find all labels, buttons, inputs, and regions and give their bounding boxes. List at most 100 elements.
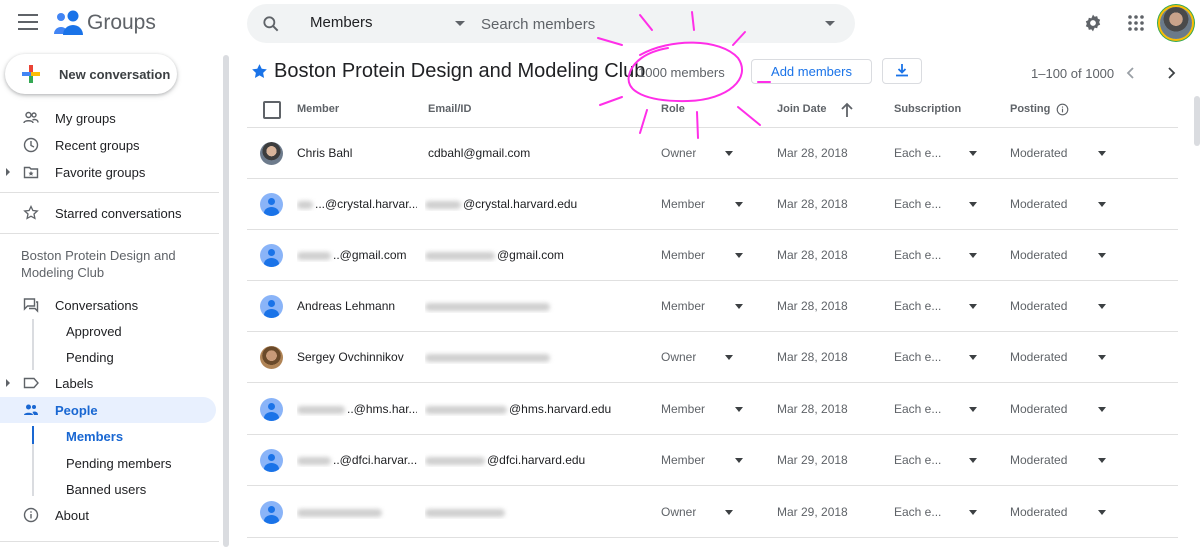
chevron-down-icon[interactable]: [1098, 202, 1106, 207]
posting-select[interactable]: Moderated: [1010, 299, 1067, 313]
posting-select[interactable]: Moderated: [1010, 402, 1067, 416]
role-select[interactable]: Owner: [661, 350, 696, 364]
chevron-left-icon[interactable]: [1124, 65, 1138, 81]
search-scope-select[interactable]: Members: [310, 14, 373, 31]
chevron-down-icon[interactable]: [969, 253, 977, 258]
posting-select[interactable]: Moderated: [1010, 197, 1067, 211]
column-header-posting[interactable]: Posting: [1010, 103, 1050, 115]
new-conversation-button[interactable]: New conversation: [5, 54, 177, 94]
chevron-down-icon[interactable]: [1098, 304, 1106, 309]
expand-arrow-icon[interactable]: [6, 168, 10, 176]
chevron-down-icon[interactable]: [735, 407, 743, 412]
apps-grid-icon[interactable]: [1128, 15, 1144, 31]
sidebar-item-pending[interactable]: Pending: [0, 344, 216, 370]
sidebar-item-pending-members[interactable]: Pending members: [0, 450, 216, 476]
posting-select[interactable]: Moderated: [1010, 146, 1067, 160]
search-input[interactable]: [481, 12, 811, 36]
main-menu-icon[interactable]: [18, 14, 38, 30]
sidebar-item-about[interactable]: About: [0, 502, 216, 528]
sidebar-item-favorite-groups[interactable]: Favorite groups: [0, 159, 216, 185]
chevron-right-icon[interactable]: [1164, 65, 1178, 81]
info-icon[interactable]: [1056, 103, 1069, 116]
table-row[interactable]: ..@gmail.com @gmail.com Member Mar 28, 2…: [247, 230, 1178, 281]
subscription-select[interactable]: Each e...: [894, 453, 941, 467]
table-row[interactable]: Chris Bahl cdbahl@gmail.com Owner Mar 28…: [247, 128, 1178, 179]
column-header-email[interactable]: Email/ID: [428, 103, 471, 115]
chevron-down-icon[interactable]: [725, 151, 733, 156]
chevron-down-icon[interactable]: [1098, 407, 1106, 412]
chevron-down-icon[interactable]: [969, 458, 977, 463]
posting-select[interactable]: Moderated: [1010, 248, 1067, 262]
chevron-down-icon[interactable]: [969, 151, 977, 156]
role-select[interactable]: Owner: [661, 146, 696, 160]
chevron-down-icon[interactable]: [969, 304, 977, 309]
subscription-select[interactable]: Each e...: [894, 505, 941, 519]
chevron-down-icon[interactable]: [1098, 253, 1106, 258]
groups-logo[interactable]: Groups: [53, 10, 156, 36]
add-members-button[interactable]: Add members: [751, 59, 872, 84]
posting-select[interactable]: Moderated: [1010, 453, 1067, 467]
column-header-role[interactable]: Role: [661, 103, 685, 115]
chevron-down-icon[interactable]: [735, 253, 743, 258]
table-row[interactable]: ...@crystal.harvar... @crystal.harvard.e…: [247, 179, 1178, 230]
column-header-join-date[interactable]: Join Date: [777, 103, 827, 115]
chevron-down-icon[interactable]: [1098, 458, 1106, 463]
subscription-select[interactable]: Each e...: [894, 248, 941, 262]
chevron-down-icon[interactable]: [1098, 510, 1106, 515]
subscription-select[interactable]: Each e...: [894, 402, 941, 416]
table-row[interactable]: Andreas Lehmann Member Mar 28, 2018 Each…: [247, 281, 1178, 332]
table-row[interactable]: Owner Mar 29, 2018 Each e... Moderated: [247, 487, 1178, 538]
role-select[interactable]: Member: [661, 299, 705, 313]
subscription-select[interactable]: Each e...: [894, 146, 941, 160]
table-row[interactable]: ..@dfci.harvar... @dfci.harvard.edu Memb…: [247, 435, 1178, 486]
sidebar-item-recent-groups[interactable]: Recent groups: [0, 132, 216, 158]
sidebar-scrollbar[interactable]: [223, 55, 229, 547]
chevron-down-icon[interactable]: [735, 304, 743, 309]
download-button[interactable]: [882, 58, 922, 84]
star-filled-icon[interactable]: [251, 63, 268, 80]
role-select[interactable]: Member: [661, 402, 705, 416]
sidebar-item-banned-users[interactable]: Banned users: [0, 476, 216, 502]
sidebar-item-people[interactable]: People: [0, 397, 216, 423]
account-avatar[interactable]: [1160, 7, 1192, 39]
sidebar-item-my-groups[interactable]: My groups: [0, 105, 216, 131]
chevron-down-icon[interactable]: [1098, 355, 1106, 360]
gear-icon[interactable]: [1083, 13, 1103, 33]
sidebar-item-approved[interactable]: Approved: [0, 318, 216, 344]
chevron-down-icon[interactable]: [735, 202, 743, 207]
subscription-select[interactable]: Each e...: [894, 350, 941, 364]
column-header-member[interactable]: Member: [297, 103, 339, 115]
subscription-select[interactable]: Each e...: [894, 299, 941, 313]
chevron-down-icon[interactable]: [725, 355, 733, 360]
main-scrollbar[interactable]: [1194, 96, 1200, 146]
chevron-down-icon[interactable]: [1098, 151, 1106, 156]
role-select[interactable]: Member: [661, 197, 705, 211]
table-row[interactable]: Sergey Ovchinnikov Owner Mar 28, 2018 Ea…: [247, 332, 1178, 383]
role-select[interactable]: Member: [661, 453, 705, 467]
posting-select[interactable]: Moderated: [1010, 505, 1067, 519]
role-select[interactable]: Owner: [661, 505, 696, 519]
search-options-icon[interactable]: [825, 21, 835, 26]
chevron-down-icon[interactable]: [725, 510, 733, 515]
chevron-down-icon[interactable]: [969, 202, 977, 207]
subscription-select[interactable]: Each e...: [894, 197, 941, 211]
select-all-checkbox[interactable]: [263, 101, 281, 119]
sidebar-item-starred-conversations[interactable]: Starred conversations: [0, 200, 216, 226]
member-email-wrap: @hms.harvard.edu: [425, 402, 655, 416]
column-header-subscription[interactable]: Subscription: [894, 103, 961, 115]
chevron-down-icon[interactable]: [969, 407, 977, 412]
posting-select[interactable]: Moderated: [1010, 350, 1067, 364]
role-select[interactable]: Member: [661, 248, 705, 262]
sidebar-item-labels[interactable]: Labels: [0, 370, 216, 396]
sidebar-item-conversations[interactable]: Conversations: [0, 292, 216, 318]
sidebar-item-members[interactable]: Members: [0, 423, 216, 449]
chevron-down-icon[interactable]: [735, 458, 743, 463]
sort-ascending-icon[interactable]: [839, 101, 855, 119]
table-row[interactable]: ..@hms.har... @hms.harvard.edu Member Ma…: [247, 384, 1178, 435]
chevron-down-icon[interactable]: [455, 21, 465, 26]
member-email: cdbahl@gmail.com: [428, 146, 531, 160]
chevron-down-icon[interactable]: [969, 510, 977, 515]
search-icon[interactable]: [261, 14, 281, 34]
expand-arrow-icon[interactable]: [6, 379, 10, 387]
chevron-down-icon[interactable]: [969, 355, 977, 360]
